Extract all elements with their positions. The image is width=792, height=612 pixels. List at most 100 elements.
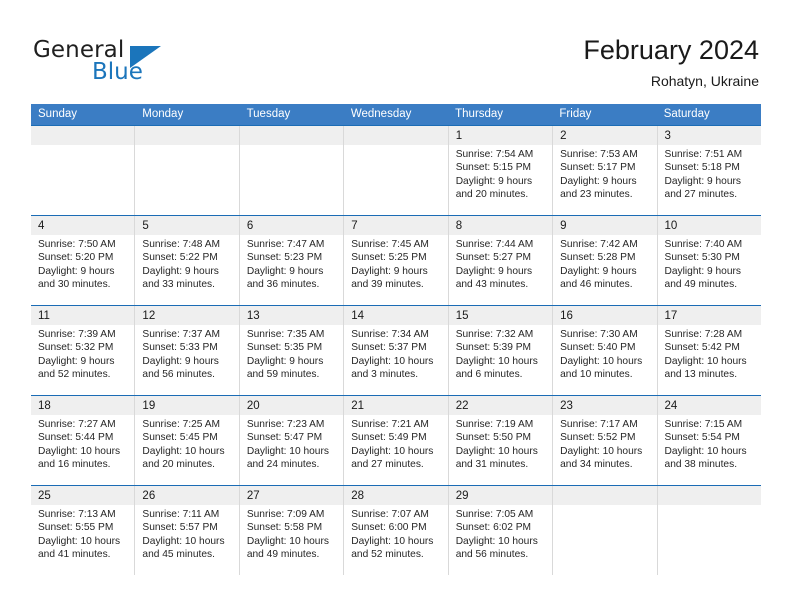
sunrise-text: Sunrise: 7:42 AM [560, 239, 638, 250]
sunset-text: Sunset: 5:42 PM [664, 342, 740, 354]
day-cell[interactable]: 11 Sunrise: 7:39 AM Sunset: 5:32 PM Dayl… [31, 306, 135, 395]
daylight-text-line1: Daylight: 10 hours [246, 535, 329, 547]
daylight-text-line2: and 49 minutes. [664, 278, 738, 290]
day-info: Sunrise: 7:21 AM Sunset: 5:49 PM Dayligh… [344, 415, 447, 471]
sunset-text: Sunset: 5:15 PM [455, 162, 532, 174]
daylight-text-line1: Daylight: 9 hours [246, 265, 324, 277]
day-cell[interactable]: 25 Sunrise: 7:13 AM Sunset: 5:55 PM Dayl… [31, 486, 135, 575]
day-number-band: 3 [657, 126, 761, 145]
sunrise-text: Sunrise: 7:39 AM [38, 329, 116, 340]
day-number: 22 [455, 400, 469, 412]
day-number-band: 13 [239, 306, 344, 325]
day-cell[interactable]: 19 Sunrise: 7:25 AM Sunset: 5:45 PM Dayl… [134, 396, 239, 485]
day-cell[interactable]: 3 Sunrise: 7:51 AM Sunset: 5:18 PM Dayli… [656, 126, 761, 215]
day-cell[interactable]: 20 Sunrise: 7:23 AM Sunset: 5:47 PM Dayl… [238, 396, 344, 485]
weekday-header-sunday: Sunday [38, 108, 78, 120]
sunrise-text: Sunrise: 7:34 AM [351, 329, 429, 340]
day-cell[interactable]: 2 Sunrise: 7:53 AM Sunset: 5:17 PM Dayli… [552, 126, 657, 215]
sunrise-text: Sunrise: 7:32 AM [455, 329, 534, 340]
day-number: 13 [246, 310, 260, 322]
day-cell[interactable]: 9 Sunrise: 7:42 AM Sunset: 5:28 PM Dayli… [552, 216, 657, 305]
day-number: 4 [38, 220, 45, 232]
day-cell[interactable] [343, 126, 448, 215]
daylight-text-line1: Daylight: 10 hours [142, 535, 225, 547]
day-number-band [553, 486, 657, 505]
day-cell[interactable]: 5 Sunrise: 7:48 AM Sunset: 5:22 PM Dayli… [134, 216, 239, 305]
day-cell[interactable] [31, 126, 135, 215]
day-number-band: 10 [657, 216, 761, 235]
day-cell[interactable]: 4 Sunrise: 7:50 AM Sunset: 5:20 PM Dayli… [31, 216, 135, 305]
day-cell[interactable]: 8 Sunrise: 7:44 AM Sunset: 5:27 PM Dayli… [447, 216, 553, 305]
day-number-band: 21 [344, 396, 448, 415]
day-cell[interactable]: 10 Sunrise: 7:40 AM Sunset: 5:30 PM Dayl… [656, 216, 761, 305]
day-info: Sunrise: 7:40 AM Sunset: 5:30 PM Dayligh… [658, 235, 761, 291]
sunset-text: Sunset: 5:17 PM [560, 162, 636, 174]
day-number: 12 [142, 310, 156, 322]
day-number: 15 [455, 310, 469, 322]
day-number-band: 6 [239, 216, 344, 235]
sunset-text: Sunset: 5:37 PM [351, 342, 427, 354]
daylight-text-line2: and 56 minutes. [455, 548, 529, 560]
day-number: 18 [38, 400, 51, 412]
sunrise-text: Sunrise: 7:54 AM [455, 149, 534, 160]
day-cell[interactable]: 29 Sunrise: 7:05 AM Sunset: 6:02 PM Dayl… [447, 486, 553, 575]
day-cell[interactable]: 23 Sunrise: 7:17 AM Sunset: 5:52 PM Dayl… [552, 396, 657, 485]
day-number-band [657, 486, 761, 505]
sunset-text: Sunset: 5:44 PM [38, 432, 114, 444]
day-cell[interactable]: 15 Sunrise: 7:32 AM Sunset: 5:39 PM Dayl… [447, 306, 553, 395]
daylight-text-line2: and 33 minutes. [142, 278, 215, 290]
day-number-band: 2 [553, 126, 657, 145]
day-cell[interactable]: 22 Sunrise: 7:19 AM Sunset: 5:50 PM Dayl… [447, 396, 553, 485]
day-cell[interactable]: 14 Sunrise: 7:34 AM Sunset: 5:37 PM Dayl… [343, 306, 448, 395]
day-cell[interactable]: 21 Sunrise: 7:21 AM Sunset: 5:49 PM Dayl… [343, 396, 448, 485]
sunrise-text: Sunrise: 7:50 AM [38, 239, 116, 250]
daylight-text-line1: Daylight: 10 hours [560, 355, 643, 367]
daylight-text-line2: and 45 minutes. [142, 548, 215, 560]
weekday-header-tuesday: Tuesday [246, 108, 291, 120]
daylight-text-line2: and 52 minutes. [351, 548, 424, 560]
day-number-band: 4 [31, 216, 135, 235]
day-cell[interactable]: 7 Sunrise: 7:45 AM Sunset: 5:25 PM Dayli… [343, 216, 448, 305]
sunset-text: Sunset: 5:23 PM [246, 252, 323, 264]
day-cell[interactable]: 28 Sunrise: 7:07 AM Sunset: 6:00 PM Dayl… [343, 486, 448, 575]
day-number: 19 [142, 400, 156, 412]
daylight-text-line2: and 56 minutes. [142, 368, 215, 380]
day-cell[interactable]: 17 Sunrise: 7:28 AM Sunset: 5:42 PM Dayl… [656, 306, 761, 395]
day-number: 10 [664, 220, 678, 232]
day-cell[interactable]: 18 Sunrise: 7:27 AM Sunset: 5:44 PM Dayl… [31, 396, 135, 485]
sunset-text: Sunset: 6:00 PM [351, 522, 427, 534]
day-number: 28 [351, 490, 365, 502]
daylight-text-line2: and 31 minutes. [455, 458, 529, 470]
day-number: 7 [351, 220, 358, 232]
day-cell[interactable]: 24 Sunrise: 7:15 AM Sunset: 5:54 PM Dayl… [656, 396, 761, 485]
day-cell[interactable]: 26 Sunrise: 7:11 AM Sunset: 5:57 PM Dayl… [134, 486, 239, 575]
daylight-text-line2: and 43 minutes. [455, 278, 529, 290]
day-cell[interactable] [552, 486, 657, 575]
day-cell[interactable] [134, 126, 239, 215]
day-info: Sunrise: 7:07 AM Sunset: 6:00 PM Dayligh… [344, 505, 447, 561]
sunrise-text: Sunrise: 7:28 AM [664, 329, 743, 340]
day-cell[interactable]: 12 Sunrise: 7:37 AM Sunset: 5:33 PM Dayl… [134, 306, 239, 395]
day-info: Sunrise: 7:50 AM Sunset: 5:20 PM Dayligh… [31, 235, 134, 291]
day-cell[interactable] [238, 126, 344, 215]
sunset-text: Sunset: 6:02 PM [455, 522, 532, 534]
day-info: Sunrise: 7:42 AM Sunset: 5:28 PM Dayligh… [553, 235, 656, 291]
daylight-text-line2: and 59 minutes. [246, 368, 320, 380]
day-cell[interactable]: 27 Sunrise: 7:09 AM Sunset: 5:58 PM Dayl… [238, 486, 344, 575]
day-cell[interactable]: 16 Sunrise: 7:30 AM Sunset: 5:40 PM Dayl… [552, 306, 657, 395]
week-row: 1 Sunrise: 7:54 AM Sunset: 5:15 PM Dayli… [31, 125, 761, 215]
sunrise-text: Sunrise: 7:09 AM [246, 509, 325, 520]
day-cell[interactable]: 6 Sunrise: 7:47 AM Sunset: 5:23 PM Dayli… [238, 216, 344, 305]
brand-logo[interactable]: General Blue [33, 37, 243, 89]
week-row: 11 Sunrise: 7:39 AM Sunset: 5:32 PM Dayl… [31, 305, 761, 395]
day-cell[interactable] [656, 486, 761, 575]
logo-text-blue: Blue [92, 59, 143, 85]
day-cell[interactable]: 13 Sunrise: 7:35 AM Sunset: 5:35 PM Dayl… [238, 306, 344, 395]
sunset-text: Sunset: 5:40 PM [560, 342, 636, 354]
day-number: 16 [560, 310, 573, 322]
day-info: Sunrise: 7:53 AM Sunset: 5:17 PM Dayligh… [553, 145, 656, 201]
day-number: 29 [455, 490, 469, 502]
day-number: 1 [455, 130, 463, 142]
day-cell[interactable]: 1 Sunrise: 7:54 AM Sunset: 5:15 PM Dayli… [447, 126, 553, 215]
weekday-header-saturday: Saturday [663, 108, 710, 120]
